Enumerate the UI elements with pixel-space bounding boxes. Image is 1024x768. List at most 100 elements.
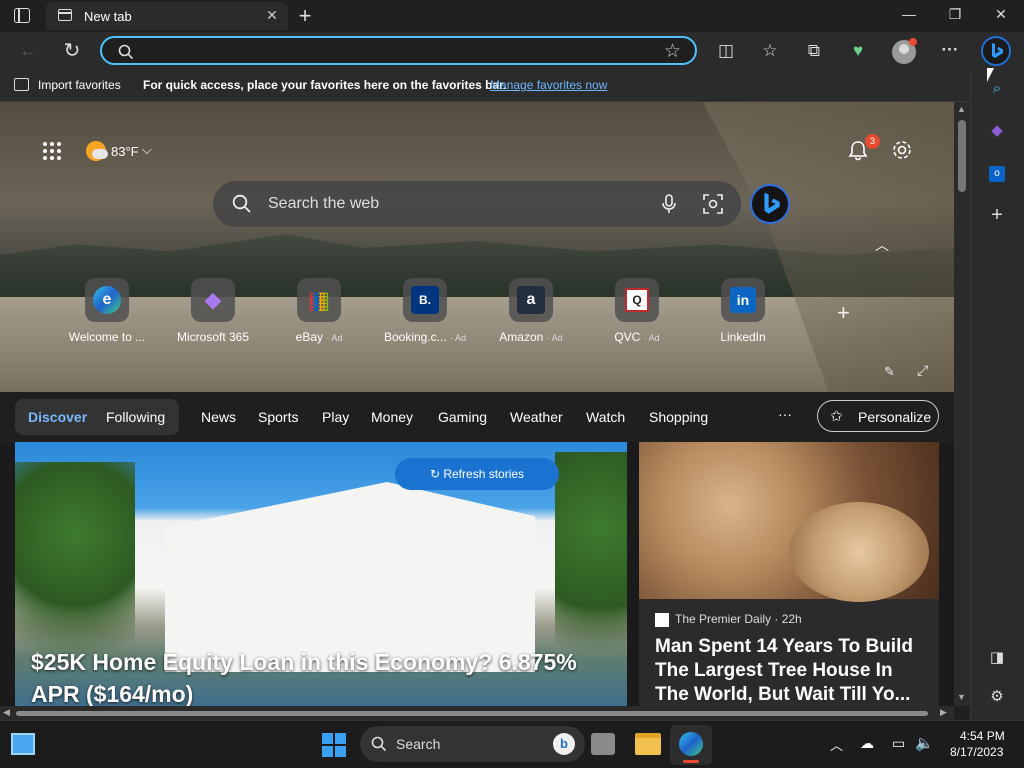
quick-link-amazon[interactable]: a Amazon · Ad	[476, 278, 586, 344]
personalize-button[interactable]: ✩ Personalize	[817, 400, 939, 432]
microphone-icon[interactable]	[661, 194, 677, 214]
amazon-logo-icon: a	[509, 278, 553, 322]
search-icon	[232, 194, 251, 213]
quick-link-welcome[interactable]: e Welcome to ...	[52, 278, 162, 344]
refresh-stories-button[interactable]: ↻ Refresh stories	[395, 458, 559, 490]
quick-link-microsoft365[interactable]: ◆ Microsoft 365	[158, 278, 268, 344]
quick-link-ebay[interactable]: ▦ eBay · Ad	[264, 278, 374, 344]
nav-shopping[interactable]: Shopping	[649, 409, 708, 425]
task-view-icon[interactable]	[11, 733, 35, 755]
back-button[interactable]: ←	[15, 38, 41, 64]
minimize-button[interactable]: —	[894, 6, 924, 26]
profile-avatar[interactable]	[892, 38, 917, 64]
manage-favorites-link[interactable]: Manage favorites now	[490, 78, 607, 92]
bing-chat-button[interactable]	[750, 184, 790, 224]
performance-button[interactable]: ♥	[845, 38, 871, 64]
horizontal-scrollbar[interactable]: ◀ ▶	[0, 706, 954, 720]
collections-button[interactable]: ⧉	[801, 38, 827, 64]
quick-link-linkedin[interactable]: in LinkedIn	[688, 278, 798, 344]
new-tab-page: 83°F ⌵ 3 Search the web ︿ e Welcome to .…	[0, 102, 954, 706]
address-bar[interactable]: ☆	[100, 36, 697, 65]
edge-logo-icon	[679, 732, 703, 756]
nav-money[interactable]: Money	[371, 409, 413, 425]
address-input[interactable]	[146, 41, 646, 61]
discover-following-toggle: Discover Following	[15, 399, 179, 435]
add-favorite-star-icon[interactable]: ☆	[664, 40, 681, 63]
ad-tag: · Ad	[326, 333, 343, 343]
app-launcher-icon[interactable]	[42, 141, 62, 161]
tab-close-button[interactable]: ✕	[264, 7, 280, 24]
active-app-indicator	[683, 760, 699, 763]
feed-card-tree-house[interactable]: The Premier Daily · 22h Man Spent 14 Yea…	[639, 442, 939, 706]
outlook-icon[interactable]: o	[984, 159, 1010, 185]
favorites-bar-message: For quick access, place your favorites h…	[143, 78, 507, 92]
edit-background-icon[interactable]: ✎	[884, 364, 895, 380]
quick-link-label: Welcome to ...	[68, 330, 146, 344]
refresh-button[interactable]: ↻	[59, 38, 85, 64]
nav-gaming[interactable]: Gaming	[438, 409, 487, 425]
clock-date[interactable]: 8/17/2023	[950, 745, 1003, 759]
tab-discover[interactable]: Discover	[28, 409, 87, 425]
tab-following[interactable]: Following	[106, 409, 165, 425]
clock-time[interactable]: 4:54 PM	[960, 729, 1005, 743]
favorites-bar: Import favorites For quick access, place…	[0, 70, 970, 102]
tab-actions-icon[interactable]	[14, 8, 30, 23]
collapse-chevron-up-icon[interactable]: ︿	[875, 235, 889, 255]
scroll-down-arrow[interactable]: ▼	[957, 692, 966, 702]
taskbar-search-box[interactable]: Search b	[360, 726, 585, 762]
scroll-right-arrow[interactable]: ▶	[940, 707, 947, 718]
visual-search-icon[interactable]	[703, 194, 723, 214]
file-explorer-icon[interactable]	[591, 733, 615, 755]
show-hidden-icons-chevron[interactable]: ︿	[830, 735, 843, 754]
scrollbar-thumb[interactable]	[16, 711, 928, 716]
bing-icon	[992, 43, 1003, 58]
house-image	[165, 482, 535, 672]
volume-icon[interactable]: 🔈	[915, 734, 934, 752]
split-screen-button[interactable]: ◫	[713, 38, 739, 64]
bing-copilot-button[interactable]	[981, 36, 1011, 66]
edge-logo-icon: e	[85, 278, 129, 322]
web-search-box[interactable]: Search the web	[213, 181, 741, 227]
quick-link-qvc[interactable]: Q QVC · Ad	[582, 278, 692, 344]
import-favorites-button[interactable]: Import favorites	[38, 78, 121, 92]
expand-icon[interactable]: ⤢	[917, 362, 928, 379]
favorites-button[interactable]: ☆	[757, 38, 783, 64]
quick-link-label: Amazon	[499, 330, 544, 344]
close-window-button[interactable]: ✕	[986, 6, 1016, 26]
network-offline-icon[interactable]: ☁	[860, 735, 874, 752]
add-quick-link-plus-icon[interactable]: +	[837, 300, 850, 326]
nav-sports[interactable]: Sports	[258, 409, 298, 425]
scroll-left-arrow[interactable]: ◀	[3, 707, 10, 718]
sidebar-settings-gear-icon[interactable]: ⚙	[984, 684, 1010, 710]
copilot-icon[interactable]: ◆	[984, 118, 1010, 144]
edge-taskbar-icon[interactable]	[670, 725, 712, 765]
quick-link-label: LinkedIn	[720, 330, 766, 344]
display-icon[interactable]: ▭	[892, 735, 905, 752]
nav-play[interactable]: Play	[322, 409, 349, 425]
page-settings-gear-icon[interactable]	[891, 139, 913, 161]
settings-and-more-button[interactable]: ···	[937, 37, 963, 63]
quick-link-booking[interactable]: B. Booking.c... · Ad	[370, 278, 480, 344]
hide-sidebar-icon[interactable]: ◨	[984, 645, 1010, 671]
tab-new-tab[interactable]: New tab ✕	[46, 2, 288, 30]
refresh-stories-label: Refresh stories	[443, 467, 525, 481]
sparkle-icon: ✩	[830, 408, 843, 425]
nav-weather[interactable]: Weather	[510, 409, 563, 425]
search-icon	[371, 736, 387, 752]
wood-logs-image	[639, 442, 939, 602]
folder-icon[interactable]	[635, 733, 661, 755]
nav-watch[interactable]: Watch	[586, 409, 625, 425]
nav-more-button[interactable]: ···	[778, 406, 792, 422]
notifications-bell-icon[interactable]: 3	[847, 134, 880, 161]
scrollbar-thumb[interactable]	[958, 120, 966, 192]
refresh-icon: ↻	[429, 467, 444, 481]
add-sidebar-app-plus-icon[interactable]: +	[984, 202, 1010, 228]
nav-news[interactable]: News	[201, 409, 236, 425]
new-tab-button[interactable]: +	[294, 3, 316, 29]
search-icon	[118, 44, 134, 60]
weather-temperature: 83°F	[111, 144, 139, 159]
vertical-scrollbar[interactable]: ▲ ▼	[954, 102, 970, 706]
windows-start-icon[interactable]	[322, 733, 346, 757]
scroll-up-arrow[interactable]: ▲	[957, 104, 966, 114]
restore-button[interactable]: ❐	[940, 6, 970, 26]
